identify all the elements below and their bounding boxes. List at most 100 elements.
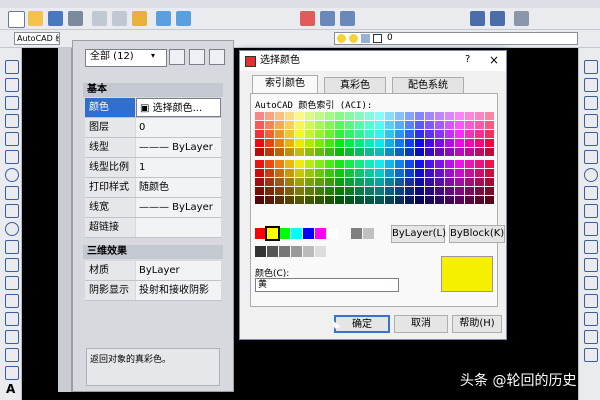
aci-swatch[interactable] (285, 130, 294, 138)
aci-swatch[interactable] (305, 112, 314, 120)
byblock-button[interactable]: ByBlock(K) (449, 225, 505, 243)
aci-swatch[interactable] (355, 148, 364, 156)
aci-swatch[interactable] (285, 169, 294, 177)
aci-swatch[interactable] (275, 160, 284, 168)
aci-swatch[interactable] (395, 130, 404, 138)
aci-swatch[interactable] (405, 178, 414, 186)
property-value[interactable]: ByLayer (136, 261, 221, 280)
aci-swatch[interactable] (325, 196, 334, 204)
aci-swatch[interactable] (345, 121, 354, 129)
aci-swatch[interactable] (285, 187, 294, 195)
aci-swatch[interactable] (425, 112, 434, 120)
aci-swatch[interactable] (265, 178, 274, 186)
aci-swatch[interactable] (265, 139, 274, 147)
aci-swatch[interactable] (365, 139, 374, 147)
aci-swatch[interactable] (465, 148, 474, 156)
aci-swatch[interactable] (285, 196, 294, 204)
polygon-icon[interactable] (5, 114, 19, 128)
help-button[interactable]: 帮助(H) (452, 315, 502, 333)
aci-swatch[interactable] (435, 160, 444, 168)
aci-swatch[interactable] (425, 139, 434, 147)
gray-colors-b[interactable] (255, 246, 327, 258)
aci-swatch[interactable] (295, 148, 304, 156)
aci-swatch[interactable] (405, 187, 414, 195)
paste-icon[interactable] (132, 11, 147, 26)
aci-swatch[interactable] (435, 196, 444, 204)
aci-swatch[interactable] (325, 139, 334, 147)
aci-swatch[interactable] (485, 112, 494, 120)
aci-swatch[interactable] (485, 178, 494, 186)
aci-swatch[interactable] (305, 160, 314, 168)
aci-swatch[interactable] (255, 160, 264, 168)
aci-swatch[interactable] (425, 169, 434, 177)
redo-icon[interactable] (176, 11, 191, 26)
aci-swatch[interactable] (485, 187, 494, 195)
aci-swatch[interactable] (375, 148, 384, 156)
aci-swatch[interactable] (335, 130, 344, 138)
aci-swatch[interactable] (365, 130, 374, 138)
aci-swatch[interactable] (405, 196, 414, 204)
tab-color-books[interactable]: 配色系统 (392, 77, 464, 94)
aci-swatch[interactable] (415, 112, 424, 120)
aci-swatch[interactable] (455, 178, 464, 186)
property-value[interactable] (136, 218, 221, 237)
aci-swatch[interactable] (385, 139, 394, 147)
aci-swatch[interactable] (395, 112, 404, 120)
make-block-icon[interactable] (5, 276, 19, 290)
aci-swatch[interactable] (285, 121, 294, 129)
close-icon[interactable]: × (489, 53, 499, 67)
fillet-icon[interactable] (584, 312, 598, 326)
aci-swatch[interactable] (455, 196, 464, 204)
aci-swatch[interactable] (395, 121, 404, 129)
aci-swatch[interactable] (405, 121, 414, 129)
aci-swatch[interactable] (455, 130, 464, 138)
aci-swatch[interactable] (385, 130, 394, 138)
aci-swatch[interactable] (285, 112, 294, 120)
aci-swatch[interactable] (445, 139, 454, 147)
erase-icon[interactable] (584, 60, 598, 74)
aci-swatch[interactable] (355, 196, 364, 204)
ellipse-icon[interactable] (5, 222, 19, 236)
aci-swatch[interactable] (305, 169, 314, 177)
aci-swatch[interactable] (375, 187, 384, 195)
aci-swatch[interactable] (275, 112, 284, 120)
tool-icon[interactable] (584, 348, 598, 362)
aci-swatch[interactable] (265, 130, 274, 138)
join-icon[interactable] (584, 276, 598, 290)
color-swatch[interactable] (279, 228, 290, 239)
aci-swatch[interactable] (275, 169, 284, 177)
aci-swatch[interactable] (325, 121, 334, 129)
cancel-button[interactable]: 取消 (394, 315, 448, 333)
cut-icon[interactable] (92, 11, 107, 26)
aci-swatch[interactable] (435, 187, 444, 195)
aci-swatch[interactable] (375, 178, 384, 186)
aci-swatch[interactable] (375, 112, 384, 120)
aci-swatch[interactable] (315, 130, 324, 138)
property-value[interactable]: 投射和接收阴影 (136, 281, 221, 300)
aci-swatch[interactable] (445, 112, 454, 120)
aci-swatch[interactable] (315, 169, 324, 177)
aci-swatch[interactable] (455, 121, 464, 129)
trim-icon[interactable] (584, 222, 598, 236)
properties-icon[interactable] (470, 11, 485, 26)
aci-swatch[interactable] (285, 160, 294, 168)
aci-swatch[interactable] (405, 130, 414, 138)
arc-icon[interactable] (5, 150, 19, 164)
aci-swatch[interactable] (485, 148, 494, 156)
aci-swatch[interactable] (485, 196, 494, 204)
aci-swatch[interactable] (325, 148, 334, 156)
array-icon[interactable] (584, 132, 598, 146)
aci-swatch[interactable] (425, 121, 434, 129)
aci-swatch[interactable] (375, 121, 384, 129)
aci-swatch[interactable] (485, 169, 494, 177)
aci-swatch[interactable] (445, 187, 454, 195)
extend-icon[interactable] (584, 240, 598, 254)
aci-swatch[interactable] (255, 196, 264, 204)
color-swatch[interactable] (255, 228, 266, 239)
aci-swatch[interactable] (365, 178, 374, 186)
aci-swatch[interactable] (355, 139, 364, 147)
aci-swatch[interactable] (405, 139, 414, 147)
print-icon[interactable] (68, 11, 83, 26)
property-row-layer[interactable]: 图层 0 (85, 118, 221, 138)
break-icon[interactable] (584, 258, 598, 272)
